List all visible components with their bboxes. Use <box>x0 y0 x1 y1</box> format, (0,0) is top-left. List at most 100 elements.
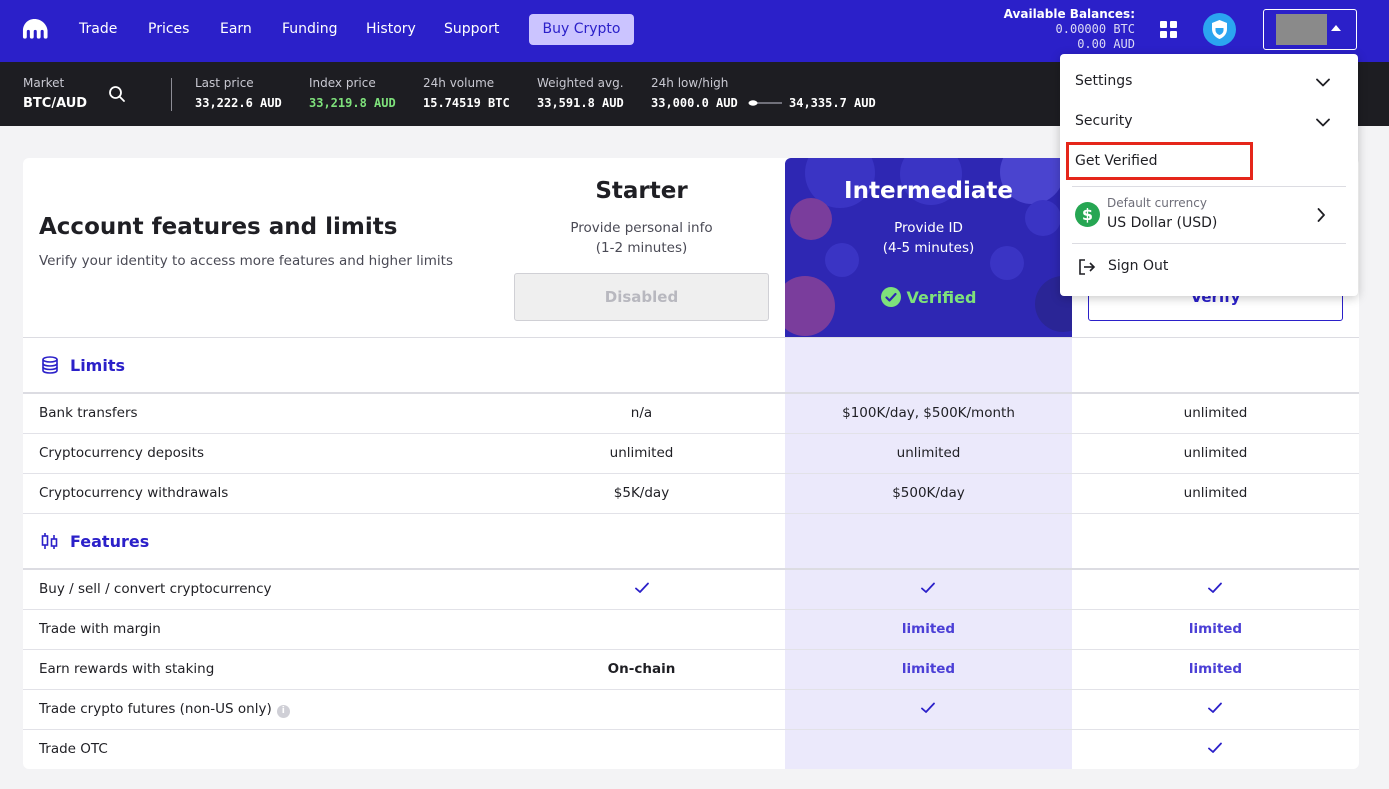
table-row: Trade with margin limited limited <box>23 610 1359 650</box>
tier-intermediate-desc-line2: (4-5 minutes) <box>882 240 975 256</box>
cell-intermediate: limited <box>901 621 956 637</box>
check-icon <box>921 702 935 713</box>
table-row: Trade crypto futures (non-US only) i <box>23 690 1359 730</box>
cell-starter: $5K/day <box>613 485 670 501</box>
cell-pro: limited <box>1188 621 1243 637</box>
avatar <box>1276 14 1327 45</box>
nav-prices[interactable]: Prices <box>148 20 189 38</box>
balance-aud: 0.00 AUD <box>1077 37 1135 51</box>
section-limits-title: Limits <box>70 356 126 375</box>
row-label: Trade with margin <box>39 621 161 637</box>
row-label-text: Trade crypto futures (non-US only) <box>39 701 272 717</box>
default-currency-label: Default currency <box>1107 196 1207 210</box>
sign-out-icon[interactable] <box>1078 259 1096 275</box>
chevron-right-icon[interactable] <box>1317 208 1325 222</box>
cell-intermediate: $100K/day, $500K/month <box>842 405 1015 421</box>
kraken-logo-icon[interactable] <box>22 18 48 40</box>
default-currency-value[interactable]: US Dollar (USD) <box>1107 215 1217 231</box>
weighted-avg-label: Weighted avg. <box>537 76 624 90</box>
table-row: Cryptocurrency withdrawals $5K/day $500K… <box>23 474 1359 514</box>
cell-starter: n/a <box>630 405 653 421</box>
low-high-label: 24h low/high <box>651 76 729 90</box>
tier-starter-desc-line2: (1-2 minutes) <box>595 240 688 256</box>
menu-item-sign-out[interactable]: Sign Out <box>1108 258 1168 274</box>
account-dropdown-menu: Settings Security Get Verified $ Default… <box>1060 54 1358 296</box>
cell-intermediate: unlimited <box>896 445 961 461</box>
menu-divider <box>1072 186 1346 187</box>
weighted-avg-value: 33,591.8 AUD <box>537 96 624 110</box>
low-value: 33,000.0 AUD <box>651 96 738 110</box>
tier-starter-desc-line1: Provide personal info <box>570 220 713 236</box>
candlestick-icon <box>41 533 58 549</box>
starter-disabled-button: Disabled <box>514 273 769 321</box>
cell-intermediate: limited <box>901 661 956 677</box>
menu-item-security[interactable]: Security <box>1075 113 1133 129</box>
table-row: Bank transfers n/a $100K/day, $500K/mont… <box>23 394 1359 434</box>
tier-intermediate-desc: Provide ID (4-5 minutes) <box>785 218 1072 258</box>
cell-pro: unlimited <box>1183 445 1248 461</box>
apps-grid-icon[interactable] <box>1160 21 1177 38</box>
row-label: Buy / sell / convert cryptocurrency <box>39 581 272 597</box>
nav-history[interactable]: History <box>366 20 416 38</box>
section-features: Features <box>23 514 1359 570</box>
top-navigation: Trade Prices Earn Funding History Suppor… <box>0 0 1389 62</box>
verified-status: Verified <box>785 287 1072 307</box>
market-selector[interactable]: BTC/AUD <box>23 96 87 111</box>
cell-pro: unlimited <box>1183 405 1248 421</box>
table-row: Cryptocurrency deposits unlimited unlimi… <box>23 434 1359 474</box>
row-label: Earn rewards with staking <box>39 661 215 677</box>
section-features-title: Features <box>70 532 150 551</box>
chevron-down-icon[interactable] <box>1316 118 1330 127</box>
info-icon[interactable]: i <box>276 705 290 718</box>
cell-starter: On-chain <box>607 661 676 677</box>
search-icon[interactable] <box>108 85 126 103</box>
last-price-value: 33,222.6 AUD <box>195 96 282 110</box>
security-shield-icon[interactable] <box>1203 13 1236 46</box>
buy-crypto-button[interactable]: Buy Crypto <box>529 14 634 45</box>
check-icon <box>1208 582 1222 593</box>
caret-up-icon <box>1331 25 1341 31</box>
tier-starter-desc: Provide personal info (1-2 minutes) <box>498 218 785 258</box>
verified-label: Verified <box>906 288 977 307</box>
row-label: Trade crypto futures (non-US only) i <box>39 701 290 718</box>
market-label: Market <box>23 76 65 90</box>
check-icon <box>1208 742 1222 753</box>
table-row: Trade OTC <box>23 730 1359 769</box>
check-icon <box>1208 702 1222 713</box>
nav-earn[interactable]: Earn <box>220 20 252 38</box>
volume-value: 15.74519 BTC <box>423 96 510 110</box>
cell-intermediate: $500K/day <box>892 485 965 501</box>
balances-title: Available Balances: <box>1003 7 1135 21</box>
tier-starter-name: Starter <box>595 178 688 204</box>
verified-check-icon <box>880 287 901 307</box>
tier-intermediate-desc-line1: Provide ID <box>894 220 963 236</box>
nav-trade[interactable]: Trade <box>79 20 117 38</box>
volume-label: 24h volume <box>423 76 495 90</box>
index-price-label: Index price <box>309 76 376 90</box>
low-high-range-bar <box>748 100 782 106</box>
account-menu-button[interactable] <box>1263 9 1357 50</box>
cell-starter: unlimited <box>609 445 674 461</box>
row-label: Cryptocurrency deposits <box>39 445 205 461</box>
chevron-down-icon[interactable] <box>1316 78 1330 87</box>
highlight-box <box>1066 142 1253 180</box>
available-balances: Available Balances: 0.00000 BTC 0.00 AUD <box>1004 7 1135 52</box>
table-row: Buy / sell / convert cryptocurrency <box>23 570 1359 610</box>
dollar-icon: $ <box>1075 202 1100 227</box>
menu-divider <box>1072 243 1346 244</box>
index-price-value: 33,219.8 AUD <box>309 96 396 110</box>
check-icon <box>635 582 649 593</box>
coins-stack-icon <box>42 356 58 374</box>
tier-intermediate: Intermediate Provide ID (4-5 minutes) Ve… <box>785 158 1072 337</box>
nav-support[interactable]: Support <box>444 20 499 38</box>
nav-funding[interactable]: Funding <box>282 20 338 38</box>
menu-item-settings[interactable]: Settings <box>1075 73 1132 89</box>
check-icon <box>921 582 935 593</box>
tier-intermediate-name: Intermediate <box>844 178 1013 204</box>
page-title: Account features and limits <box>39 214 398 240</box>
row-label: Bank transfers <box>39 405 138 421</box>
balance-btc: 0.00000 BTC <box>1055 22 1135 36</box>
row-label: Cryptocurrency withdrawals <box>39 485 229 501</box>
page-subtitle: Verify your identity to access more feat… <box>39 253 453 269</box>
high-value: 34,335.7 AUD <box>789 96 876 110</box>
